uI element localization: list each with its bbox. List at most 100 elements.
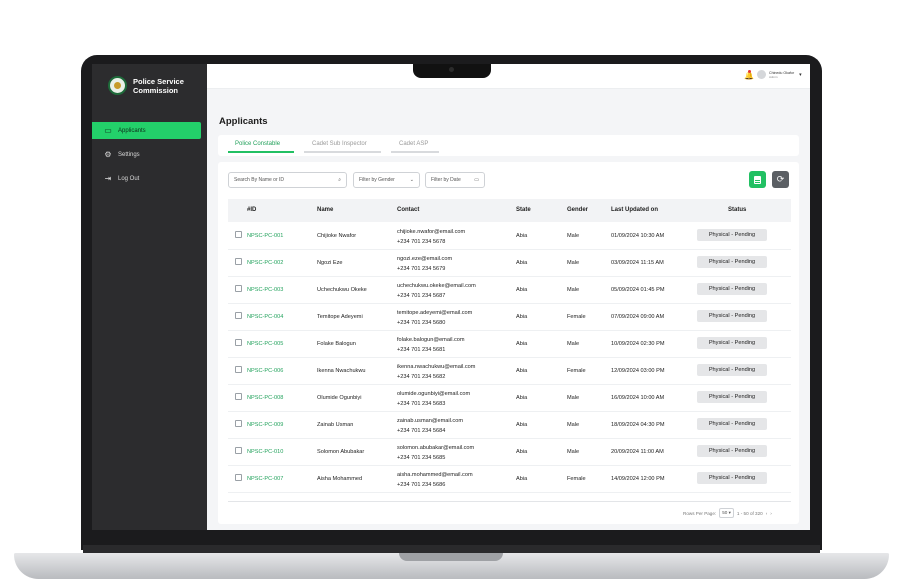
sidebar: Police Service Commission ▭ Applicants ⚙… bbox=[92, 64, 207, 530]
applicant-phone: +234 701 234 5683 bbox=[397, 401, 446, 407]
status-badge: Physical - Pending bbox=[697, 364, 767, 376]
table-row[interactable]: NPSC-PC-002 Ngozi Eze ngozi.eze@email.com +… bbox=[228, 249, 791, 277]
date-filter-label: Filter by Date bbox=[431, 177, 461, 183]
column-header[interactable]: Name bbox=[317, 207, 333, 213]
applicant-gender: Male bbox=[567, 233, 580, 239]
applicant-id[interactable]: NPSC-PC-010 bbox=[247, 449, 283, 455]
gear-icon: ⚙ bbox=[104, 149, 112, 159]
status-badge: Physical - Pending bbox=[697, 445, 767, 457]
app-screen: Police Service Commission ▭ Applicants ⚙… bbox=[92, 64, 810, 530]
applicant-gender: Male bbox=[567, 287, 580, 293]
table-row[interactable]: NPSC-PC-008 Olumide Ogunbiyi olumide.ogunb… bbox=[228, 384, 791, 412]
applicant-state: Abia bbox=[516, 341, 528, 347]
user-name: Chinedu Okafor bbox=[769, 70, 795, 75]
column-header[interactable]: Contact bbox=[397, 207, 419, 213]
row-checkbox[interactable] bbox=[235, 312, 242, 319]
table-row[interactable]: NPSC-PC-001 Chijioke Nwafor chijioke.nwafo… bbox=[228, 222, 791, 250]
table-row[interactable]: NPSC-PC-005 Folake Balogun folake.balogun@… bbox=[228, 330, 791, 358]
applicant-id[interactable]: NPSC-PC-007 bbox=[247, 476, 283, 482]
row-checkbox[interactable] bbox=[235, 447, 242, 454]
column-header[interactable]: Last Updated on bbox=[611, 207, 658, 213]
table-row[interactable]: NPSC-PC-010 Solomon Abubakar solomon.abuba… bbox=[228, 438, 791, 466]
column-header[interactable]: Gender bbox=[567, 207, 588, 213]
table-row[interactable]: NPSC-PC-006 Ikenna Nwachukwu ikenna.nwachu… bbox=[228, 357, 791, 385]
status-badge: Physical - Pending bbox=[697, 256, 767, 268]
row-checkbox[interactable] bbox=[235, 420, 242, 427]
column-header[interactable]: State bbox=[516, 207, 531, 213]
table-row[interactable]: NPSC-PC-004 Temitope Adeyemi temitope.adey… bbox=[228, 303, 791, 331]
user-menu[interactable]: Chinedu Okafor Admin ▾ bbox=[757, 70, 802, 79]
calendar-icon: ▭ bbox=[474, 177, 479, 183]
refresh-button[interactable]: ⟳ bbox=[772, 171, 789, 188]
brand[interactable]: Police Service Commission bbox=[108, 76, 197, 95]
applicant-state: Abia bbox=[516, 449, 528, 455]
tab-indicator bbox=[391, 151, 439, 153]
applicant-id[interactable]: NPSC-PC-006 bbox=[247, 368, 283, 374]
applicant-id[interactable]: NPSC-PC-005 bbox=[247, 341, 283, 347]
applicant-email: folake.balogun@email.com bbox=[397, 337, 465, 343]
last-updated: 20/09/2024 11:00 AM bbox=[611, 449, 664, 455]
date-filter[interactable]: Filter by Date ▭ bbox=[425, 172, 485, 188]
column-header[interactable]: #ID bbox=[247, 207, 256, 213]
row-checkbox[interactable] bbox=[235, 366, 242, 373]
camera-notch bbox=[413, 64, 491, 78]
applicant-phone: +234 701 234 5679 bbox=[397, 266, 446, 272]
column-header[interactable]: Status bbox=[728, 207, 746, 213]
folder-icon: ▭ bbox=[104, 125, 112, 135]
brand-name: Police Service Commission bbox=[133, 76, 184, 95]
applicant-contact: chijioke.nwafor@email.com +234 701 234 56… bbox=[397, 227, 465, 247]
applicant-id[interactable]: NPSC-PC-001 bbox=[247, 233, 283, 239]
applicant-id[interactable]: NPSC-PC-002 bbox=[247, 260, 283, 266]
row-checkbox[interactable] bbox=[235, 258, 242, 265]
sidebar-item-logout[interactable]: ⇥ Log Out bbox=[92, 170, 201, 187]
applicant-name: Temitope Adeyemi bbox=[317, 314, 363, 320]
applicant-id[interactable]: NPSC-PC-008 bbox=[247, 395, 283, 401]
row-checkbox[interactable] bbox=[235, 339, 242, 346]
applicant-name: Solomon Abubakar bbox=[317, 449, 365, 455]
search-input[interactable]: Search By Name or ID ⌕ bbox=[228, 172, 347, 188]
row-checkbox[interactable] bbox=[235, 231, 242, 238]
tab-cadet-sub-inspector[interactable]: Cadet Sub Inspector bbox=[312, 141, 367, 147]
rows-per-page-value: 50 bbox=[722, 510, 728, 515]
status-badge: Physical - Pending bbox=[697, 310, 767, 322]
applicant-state: Abia bbox=[516, 260, 528, 266]
row-checkbox[interactable] bbox=[235, 285, 242, 292]
divider bbox=[228, 501, 791, 502]
tab-cadet-asp[interactable]: Cadet ASP bbox=[399, 141, 428, 147]
row-checkbox[interactable] bbox=[235, 474, 242, 481]
applicant-contact: uchechukwu.okeke@email.com +234 701 234 5… bbox=[397, 281, 476, 301]
chevron-left-icon[interactable]: ‹ bbox=[766, 511, 768, 516]
rows-per-page-select[interactable]: 50 ▾ bbox=[719, 508, 734, 518]
applicant-id[interactable]: NPSC-PC-003 bbox=[247, 287, 283, 293]
applicant-state: Abia bbox=[516, 368, 528, 374]
row-checkbox[interactable] bbox=[235, 393, 242, 400]
table-row[interactable]: NPSC-PC-009 Zainab Usman zainab.usman@emai… bbox=[228, 411, 791, 439]
refresh-icon: ⟳ bbox=[776, 174, 785, 184]
chevron-right-icon[interactable]: › bbox=[770, 511, 772, 516]
tab-police-constable[interactable]: Police Constable bbox=[235, 141, 280, 147]
applicant-contact: zainab.usman@email.com +234 701 234 5684 bbox=[397, 416, 463, 436]
chevron-down-icon: ▾ bbox=[799, 71, 802, 78]
table-row[interactable]: NPSC-PC-003 Uchechukwu Okeke uchechukwu.ok… bbox=[228, 276, 791, 304]
status-badge: Physical - Pending bbox=[697, 229, 767, 241]
page-range: 1 - 50 of 320 bbox=[736, 510, 763, 516]
applicant-id[interactable]: NPSC-PC-004 bbox=[247, 314, 283, 320]
export-button[interactable] bbox=[749, 171, 766, 188]
sidebar-item-applicants[interactable]: ▭ Applicants bbox=[92, 122, 201, 139]
camera-icon bbox=[449, 67, 454, 72]
tab-indicator bbox=[228, 151, 294, 153]
applicant-phone: +234 701 234 5678 bbox=[397, 239, 446, 245]
applicant-id[interactable]: NPSC-PC-009 bbox=[247, 422, 283, 428]
applicant-gender: Female bbox=[567, 368, 586, 374]
applicant-name: Chijioke Nwafor bbox=[317, 233, 357, 239]
applicant-name: Ikenna Nwachukwu bbox=[317, 368, 366, 374]
table-row[interactable]: NPSC-PC-007 Aisha Mohammed aisha.mohammed@… bbox=[228, 465, 791, 493]
applicant-phone: +234 701 234 5685 bbox=[397, 455, 446, 461]
commission-logo-icon bbox=[108, 76, 127, 95]
applicant-phone: +234 701 234 5687 bbox=[397, 293, 446, 299]
sidebar-item-settings[interactable]: ⚙ Settings bbox=[92, 146, 201, 163]
topbar: 🔔 Chinedu Okafor Admin ▾ bbox=[207, 64, 810, 89]
applicant-phone: +234 701 234 5680 bbox=[397, 320, 446, 326]
gender-filter[interactable]: Filter by Gender ⌄ bbox=[353, 172, 420, 188]
applicant-phone: +234 701 234 5686 bbox=[397, 482, 446, 488]
